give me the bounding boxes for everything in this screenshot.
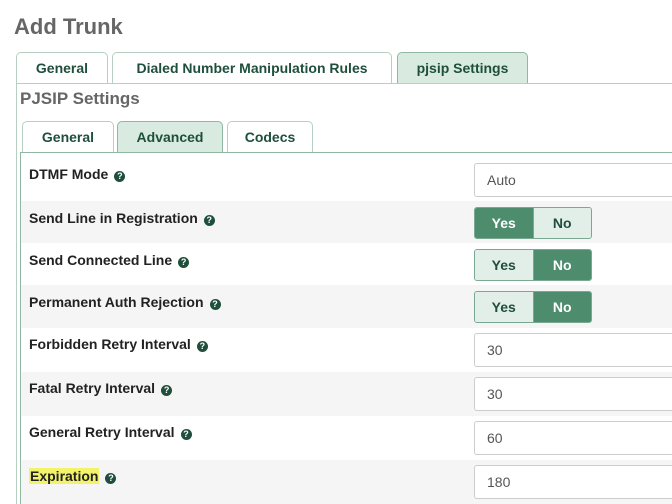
inner-tab-general[interactable]: General [22, 121, 114, 152]
help-icon[interactable]: ? [203, 215, 215, 226]
row-dtmf-mode: DTMF Mode? Auto [21, 153, 672, 200]
permanent-auth-rejection-yes-button[interactable]: Yes [475, 292, 533, 322]
send-line-in-registration-yes-button[interactable]: Yes [475, 208, 533, 238]
tab-bar-divider [16, 83, 672, 84]
tab-dialed-number-manipulation-rules[interactable]: Dialed Number Manipulation Rules [112, 52, 392, 83]
expiration-label: Expiration? [29, 467, 117, 485]
row-general-retry-interval: General Retry Interval? 60 [21, 416, 672, 460]
inner-tab-advanced[interactable]: Advanced [117, 121, 223, 152]
section-title: PJSIP Settings [20, 89, 140, 108]
help-icon[interactable]: ? [180, 429, 192, 440]
tab-general[interactable]: General [16, 52, 108, 83]
help-icon[interactable]: ? [105, 473, 117, 484]
general-retry-interval-label: General Retry Interval? [29, 423, 192, 441]
send-line-in-registration-toggle: Yes No [474, 207, 592, 239]
row-send-connected-line: Send Connected Line? Yes No [21, 243, 672, 285]
help-icon[interactable]: ? [209, 299, 221, 310]
expiration-input[interactable]: 180 [474, 465, 672, 499]
send-connected-line-yes-button[interactable]: Yes [475, 250, 533, 280]
permanent-auth-rejection-toggle: Yes No [474, 291, 592, 323]
inner-tab-codecs[interactable]: Codecs [227, 121, 313, 152]
add-trunk-page: Add Trunk General Dialed Number Manipula… [0, 0, 672, 504]
page-title: Add Trunk [14, 14, 123, 39]
send-connected-line-no-button[interactable]: No [532, 250, 591, 280]
forbidden-retry-interval-label: Forbidden Retry Interval? [29, 335, 208, 353]
fatal-retry-interval-input[interactable]: 30 [474, 377, 672, 411]
row-fatal-retry-interval: Fatal Retry Interval? 30 [21, 372, 672, 416]
dtmf-mode-select[interactable]: Auto [474, 163, 672, 197]
help-icon[interactable]: ? [196, 341, 208, 352]
tab-pjsip-settings[interactable]: pjsip Settings [397, 52, 528, 83]
send-connected-line-label: Send Connected Line? [29, 251, 190, 269]
send-line-in-registration-label: Send Line in Registration? [29, 209, 215, 227]
help-icon[interactable]: ? [161, 385, 173, 396]
permanent-auth-rejection-no-button[interactable]: No [532, 292, 591, 322]
permanent-auth-rejection-label: Permanent Auth Rejection? [29, 293, 221, 311]
panel-border [16, 83, 17, 504]
send-connected-line-toggle: Yes No [474, 249, 592, 281]
help-icon[interactable]: ? [178, 257, 190, 268]
fatal-retry-interval-label: Fatal Retry Interval? [29, 379, 173, 397]
forbidden-retry-interval-input[interactable]: 30 [474, 333, 672, 367]
row-expiration: Expiration? 180 [21, 460, 672, 504]
general-retry-interval-input[interactable]: 60 [474, 421, 672, 455]
dtmf-mode-label: DTMF Mode? [29, 165, 126, 183]
row-permanent-auth-rejection: Permanent Auth Rejection? Yes No [21, 285, 672, 328]
row-send-line-in-registration: Send Line in Registration? Yes No [21, 201, 672, 243]
send-line-in-registration-no-button[interactable]: No [532, 208, 591, 238]
help-icon[interactable]: ? [114, 171, 126, 182]
expiration-highlight: Expiration [29, 468, 100, 484]
row-forbidden-retry-interval: Forbidden Retry Interval? 30 [21, 328, 672, 372]
